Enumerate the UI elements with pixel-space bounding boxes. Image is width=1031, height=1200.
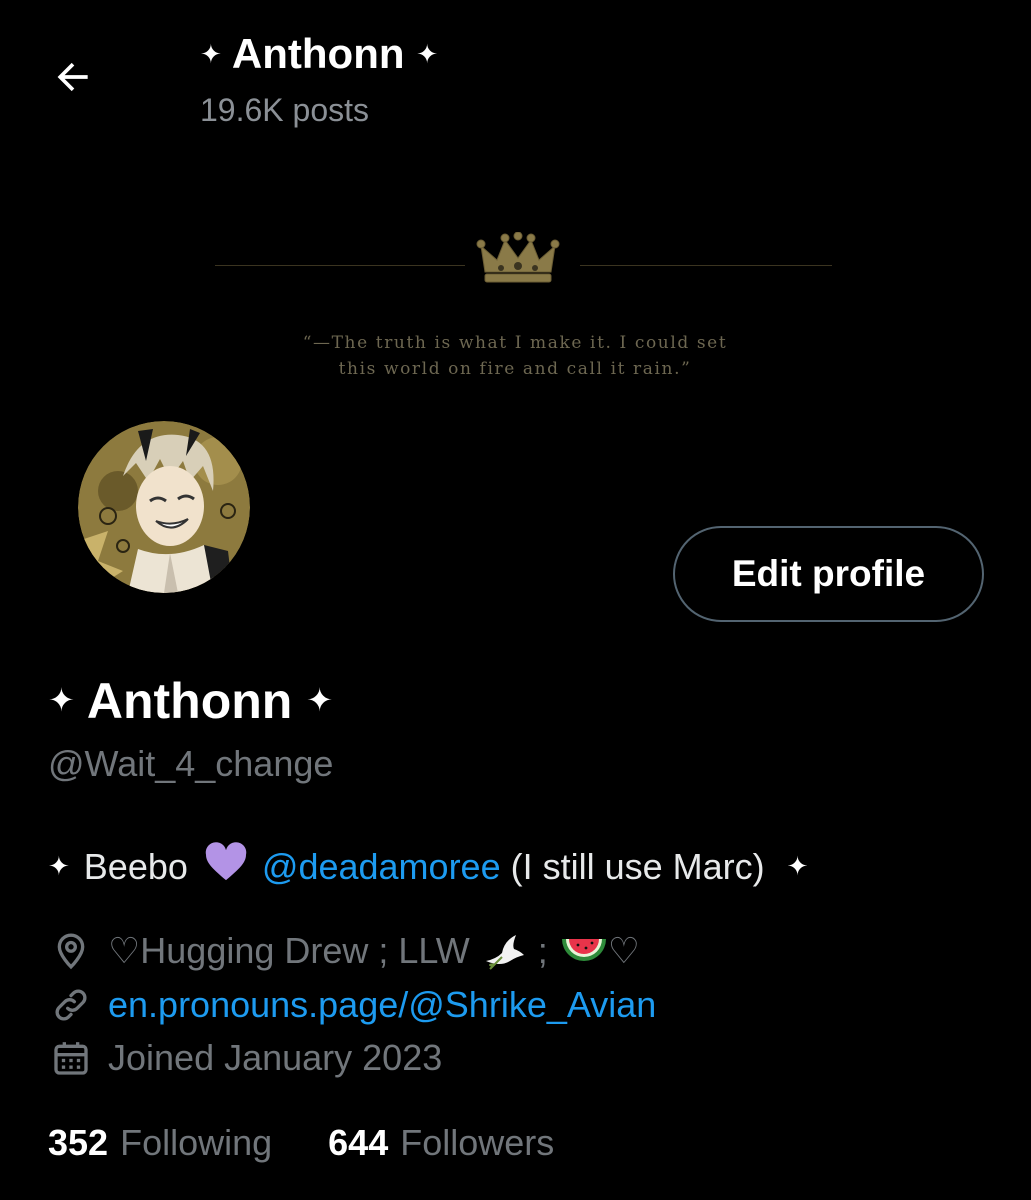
sparkle-icon: ✦ [786,851,809,881]
banner-quote-line-2: this world on fire and call it rain.” [338,359,692,379]
profile-bio: ✦ Beebo @deadamoree (I still use Marc) ✦ [48,842,808,891]
profile-banner[interactable]: “—The truth is what I make it. I could s… [0,0,1031,480]
sparkle-icon: ✦ [306,682,334,718]
sparkle-icon: ✦ [48,851,70,881]
edit-profile-button[interactable]: Edit profile [673,526,984,622]
location-separator: ; [537,930,548,971]
location-heart-left: ♡ [108,930,141,971]
joined-text: Joined January 2023 [108,1037,443,1078]
calendar-icon [48,1035,94,1081]
followers-link[interactable]: 644 Followers [328,1122,554,1164]
profile-website: en.pronouns.page/@Shrike_Avian [48,982,656,1028]
location-pin-icon [48,928,94,974]
bio-text-before: Beebo [83,845,188,887]
followers-count: 644 [328,1122,389,1163]
following-label: Following [120,1122,273,1163]
banner-quote-line-1: “—The truth is what I make it. I could s… [302,333,728,353]
website-link[interactable]: en.pronouns.page/@Shrike_Avian [108,984,656,1026]
profile-location: ♡ Hugging Drew ; LLW ; ♡ [48,928,640,974]
link-icon [48,982,94,1028]
watermelon-icon [560,933,608,969]
avatar-image [78,421,250,593]
arrow-left-icon [57,62,88,92]
banner-divider-right [580,265,832,266]
banner-quote: “—The truth is what I make it. I could s… [250,330,780,382]
bio-text-after: (I still use Marc) [510,845,765,887]
avatar[interactable] [72,415,256,599]
profile-name-text: Anthonn [86,673,293,729]
crown-icon [476,232,560,283]
header-posts-count: 19.6K posts [200,92,369,128]
bio-mention-link[interactable]: @deadamoree [262,846,501,888]
location-text: Hugging Drew ; LLW [140,930,470,971]
sparkle-icon: ✦ [48,682,75,718]
back-button[interactable] [40,44,106,110]
dove-icon [482,931,526,971]
following-link[interactable]: 352 Following [48,1122,272,1164]
profile-handle: @Wait_4_change [48,743,334,784]
sparkle-icon: ✦ [200,39,222,69]
profile-display-name: ✦ Anthonn ✦ [48,672,333,730]
header-display-name: ✦ Anthonn ✦ [200,30,438,78]
follow-stats: 352 Following 644 Followers [48,1122,554,1164]
following-count: 352 [48,1122,109,1163]
profile-joined-date: Joined January 2023 [48,1035,442,1081]
banner-divider-left [215,265,465,266]
followers-label: Followers [400,1122,555,1163]
sparkle-icon: ✦ [416,39,438,69]
header-name-text: Anthonn [231,30,405,77]
purple-heart-icon [204,842,248,891]
location-heart-right: ♡ [607,930,641,971]
